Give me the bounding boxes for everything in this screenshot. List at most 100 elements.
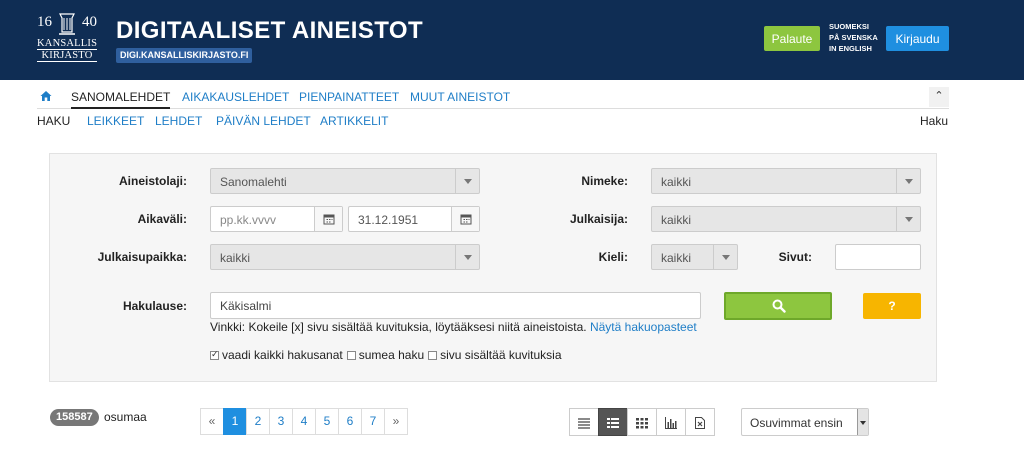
logo-year-left: 16 (37, 14, 52, 30)
lang-english[interactable]: IN ENGLISH (829, 43, 878, 54)
fuzzy-search-checkbox[interactable] (346, 350, 356, 360)
logo-year-right: 40 (82, 14, 97, 30)
subnav-lehdet[interactable]: LEHDET (155, 114, 202, 128)
page-6[interactable]: 6 (338, 408, 362, 435)
julkaisupaikka-select[interactable]: kaikki (210, 244, 480, 270)
tab-aikakauslehdet[interactable]: AIKAKAUSLEHDET (182, 90, 289, 104)
aineistolaji-select[interactable]: Sanomalehti (210, 168, 480, 194)
logo-text: KANSALLIS KIRJASTO (37, 38, 97, 62)
subnav-haku[interactable]: HAKU (37, 114, 70, 128)
page-5[interactable]: 5 (315, 408, 339, 435)
list-icon (578, 418, 590, 429)
view-grid-button[interactable] (627, 408, 657, 436)
page-1[interactable]: 1 (223, 408, 247, 435)
chevron-down-icon (713, 245, 737, 269)
site-url-badge[interactable]: DIGI.KANSALLISKIRJASTO.FI (116, 48, 253, 63)
require-all-words-label: vaadi kaikki hakusanat (222, 348, 343, 362)
chevron-down-icon (455, 245, 479, 269)
grid-icon (636, 418, 648, 429)
logo-line-2: KIRJASTO (37, 50, 97, 62)
page-next[interactable]: » (384, 408, 408, 435)
sort-value: Osuvimmat ensin (750, 416, 843, 430)
chevron-down-icon (857, 409, 868, 435)
site-title[interactable]: DIGITAALISET AINEISTOT (116, 17, 423, 45)
detail-list-icon (607, 418, 619, 428)
julkaisupaikka-label: Julkaisupaikka: (97, 250, 187, 264)
result-count-badge: 158587 (50, 409, 99, 426)
page-prev[interactable]: « (200, 408, 224, 435)
require-all-words-checkbox[interactable] (210, 349, 219, 360)
julkaisupaikka-value: kaikki (220, 251, 251, 265)
chevron-down-icon (896, 207, 920, 231)
logo-line-1: KANSALLIS (37, 38, 98, 50)
calendar-icon[interactable] (314, 207, 342, 231)
view-detail-list-button[interactable] (598, 408, 628, 436)
illustrations-checkbox[interactable] (428, 350, 438, 360)
help-button[interactable]: ? (863, 293, 921, 319)
sivut-label: Sivut: (778, 250, 812, 264)
nimeke-value: kaikki (661, 175, 692, 189)
aikavali-label: Aikaväli: (137, 212, 187, 226)
kieli-select[interactable]: kaikki (651, 244, 738, 270)
date-to-input[interactable]: 31.12.1951 (348, 206, 480, 232)
excel-file-icon (695, 417, 705, 429)
search-options: vaadi kaikki hakusanat sumea haku sivu s… (210, 348, 566, 362)
julkaisija-select[interactable]: kaikki (651, 206, 921, 232)
collapse-nav-button[interactable]: ⌃ (929, 87, 949, 107)
calendar-icon[interactable] (451, 207, 479, 231)
site-header: 16 40 KANSALLIS KIRJASTO DIGITAALISET AI… (0, 0, 1024, 80)
page-3[interactable]: 3 (269, 408, 293, 435)
chevron-down-icon (455, 169, 479, 193)
sivut-input[interactable] (835, 244, 921, 270)
crest-icon (59, 13, 75, 35)
view-list-button[interactable] (569, 408, 599, 436)
view-chart-button[interactable] (656, 408, 686, 436)
date-to-value: 31.12.1951 (358, 213, 419, 227)
tab-pienpainatteet[interactable]: PIENPAINATTEET (299, 90, 399, 104)
illustrations-label: sivu sisältää kuvituksia (440, 348, 562, 362)
tip-text: Vinkki: Kokeile [x] sivu sisältää kuvitu… (210, 320, 587, 334)
national-library-logo[interactable]: 16 40 KANSALLIS KIRJASTO (37, 12, 97, 66)
search-button[interactable] (724, 292, 832, 320)
nimeke-select[interactable]: kaikki (651, 168, 921, 194)
lang-swedish[interactable]: PÅ SVENSKA (829, 32, 878, 43)
main-nav: SANOMALEHDET AIKAKAUSLEHDET PIENPAINATTE… (37, 87, 949, 109)
query-value: Käkisalmi (220, 299, 272, 313)
subnav-paivan-lehdet[interactable]: PÄIVÄN LEHDET (216, 114, 311, 128)
language-selector: SUOMEKSI PÅ SVENSKA IN ENGLISH (829, 21, 878, 54)
page-7[interactable]: 7 (361, 408, 385, 435)
aineistolaji-value: Sanomalehti (220, 175, 287, 189)
chevron-down-icon (896, 169, 920, 193)
julkaisija-label: Julkaisija: (569, 212, 628, 226)
export-excel-button[interactable] (685, 408, 715, 436)
search-icon (772, 299, 786, 313)
fuzzy-search-label: sumea haku (358, 348, 425, 362)
home-icon[interactable] (40, 90, 52, 102)
login-button[interactable]: Kirjaudu (886, 26, 949, 51)
date-from-input[interactable]: pp.kk.vvvv (210, 206, 343, 232)
feedback-button[interactable]: Palaute (764, 26, 820, 51)
julkaisija-value: kaikki (661, 213, 692, 227)
lang-finnish[interactable]: SUOMEKSI (829, 21, 878, 32)
tab-sanomalehdet[interactable]: SANOMALEHDET (71, 90, 171, 109)
subnav-artikkelit[interactable]: ARTIKKELIT (320, 114, 388, 128)
query-input[interactable]: Käkisalmi (210, 292, 701, 319)
bar-chart-icon (665, 417, 677, 429)
sort-select[interactable]: Osuvimmat ensin (741, 408, 869, 436)
aineistolaji-label: Aineistolaji: (118, 174, 187, 188)
page-2[interactable]: 2 (246, 408, 270, 435)
date-from-placeholder: pp.kk.vvvv (220, 213, 277, 227)
subnav-haku-right[interactable]: Haku (920, 114, 948, 128)
page-4[interactable]: 4 (292, 408, 316, 435)
chevron-up-icon: ⌃ (934, 90, 944, 102)
kieli-value: kaikki (661, 251, 692, 265)
nimeke-label: Nimeke: (581, 174, 628, 188)
result-count-label: osumaa (104, 410, 147, 424)
tab-muut-aineistot[interactable]: MUUT AINEISTOT (410, 90, 510, 104)
show-search-guide-link[interactable]: Näytä hakuopasteet (590, 320, 697, 334)
kieli-label: Kieli: (598, 250, 628, 264)
pagination: « 1 2 3 4 5 6 7 » (200, 408, 408, 435)
subnav-leikkeet[interactable]: LEIKKEET (87, 114, 144, 128)
hakulause-label: Hakulause: (122, 299, 187, 313)
view-mode-toggle (569, 408, 715, 436)
